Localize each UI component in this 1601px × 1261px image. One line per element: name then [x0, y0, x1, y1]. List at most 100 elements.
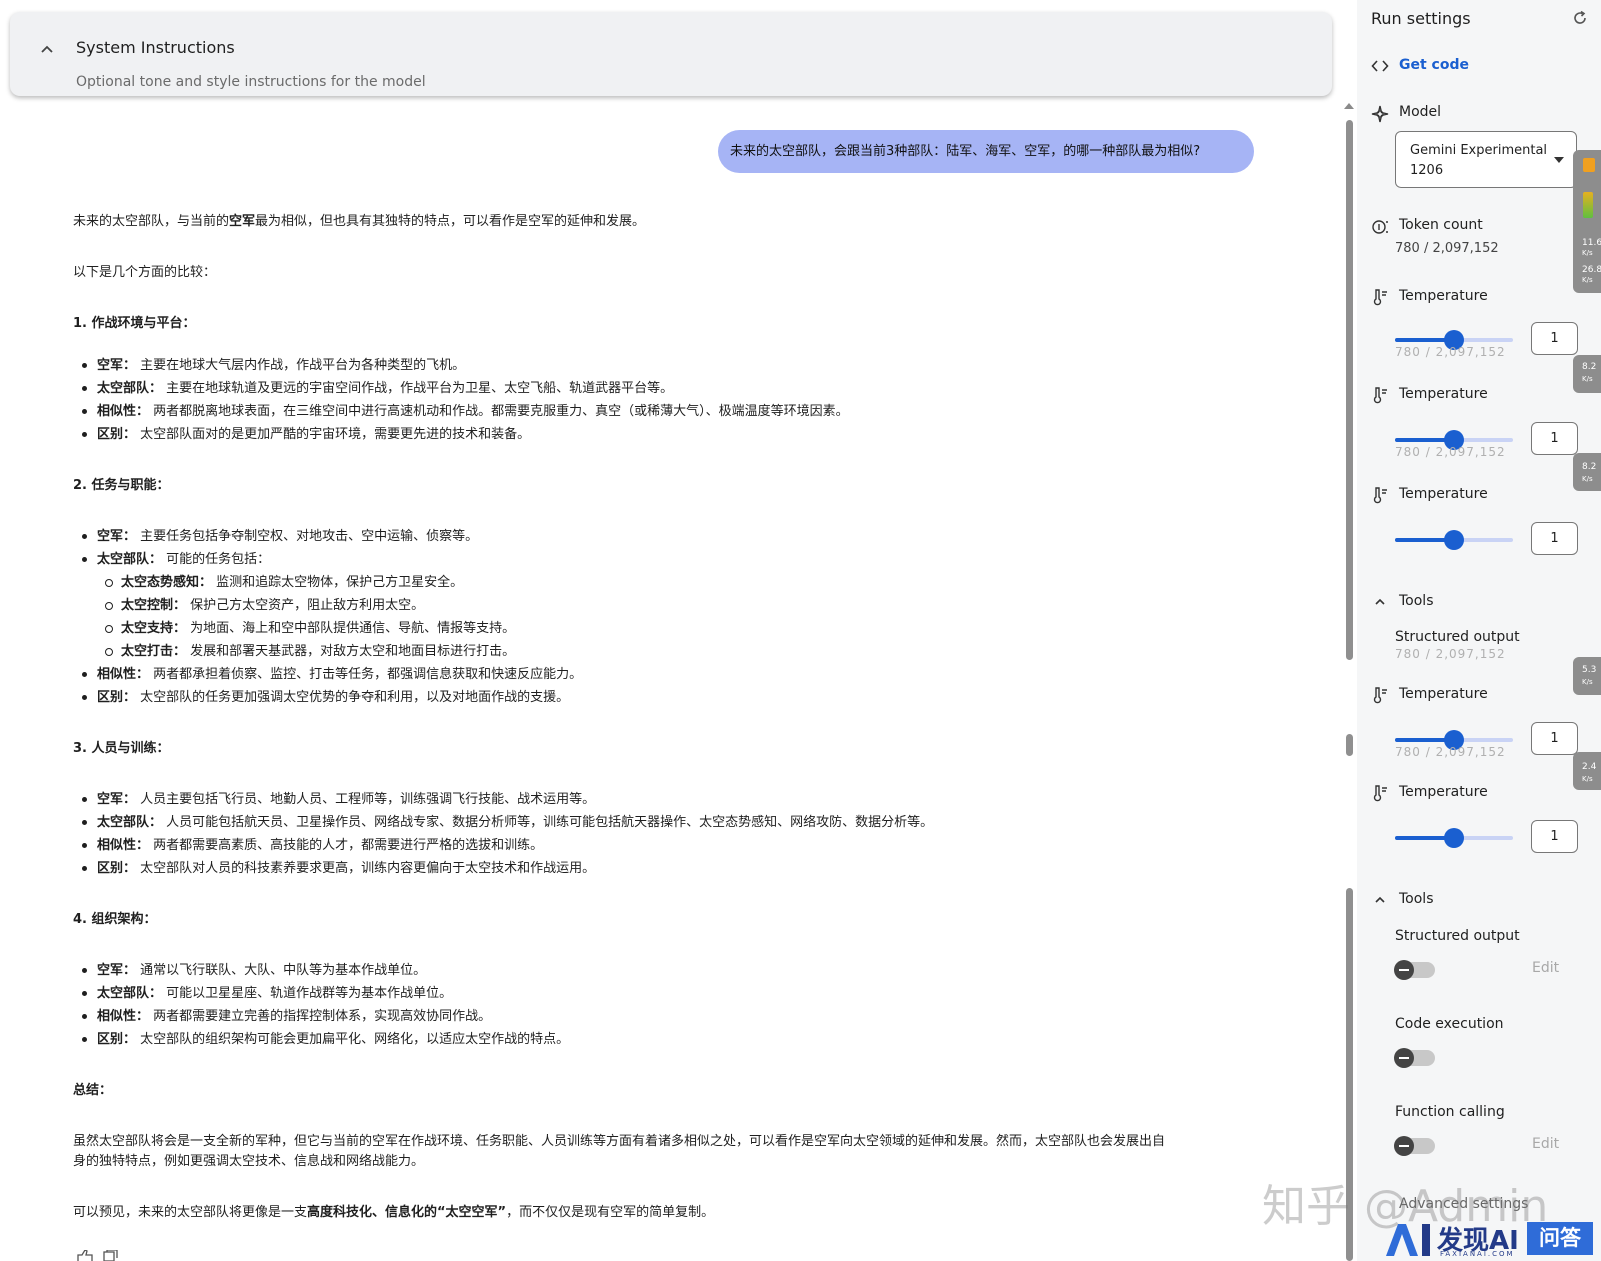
thumb-up-icon[interactable] [77, 1250, 93, 1261]
temperature-input[interactable]: 1 [1531, 722, 1578, 755]
scrollbar-thumb[interactable] [1346, 120, 1353, 660]
list-item: 太空部队： 人员可能包括航天员、卫星操作员、网络战专家、数据分析师等，训练可能包… [73, 811, 1253, 834]
thermometer-icon [1373, 387, 1387, 404]
model-value-line1: Gemini Experimental [1410, 143, 1548, 158]
scroll-up-arrow[interactable] [1344, 103, 1354, 109]
structured-output-toggle[interactable] [1394, 960, 1435, 980]
sub-list-item: 太空态势感知： 监测和追踪太空物体，保护己方卫星安全。 [73, 571, 1253, 594]
structured-output-label: Structured output [1395, 629, 1520, 645]
ghost-text: 780 / 2,097,152 [1395, 345, 1506, 359]
copy-icon[interactable] [103, 1250, 118, 1261]
temperature-input[interactable]: 1 [1531, 820, 1578, 853]
temperature-label: Temperature [1399, 386, 1488, 402]
list-item: 区别： 太空部队的组织架构可能会更加扁平化、网络化，以适应太空作战的特点。 [73, 1028, 1253, 1051]
speed-value: 2.4 [1582, 762, 1597, 772]
list-item: 空军： 人员主要包括飞行员、地勤人员、工程师等，训练强调飞行技能、战术运用等。 [73, 788, 1253, 811]
token-count-value: 780 / 2,097,152 [1395, 241, 1499, 256]
list-item: 相似性： 两者都需要高素质、高技能的人才，都需要进行严格的选拔和训练。 [73, 834, 1253, 857]
tools-label[interactable]: Tools [1399, 891, 1434, 907]
section-heading: 1. 作战环境与平台： [73, 316, 196, 331]
temperature-slider-thumb[interactable] [1444, 530, 1464, 550]
temperature-input[interactable]: 1 [1531, 322, 1578, 355]
structured-output-edit-button[interactable]: Edit [1532, 960, 1559, 976]
code-execution-toggle[interactable] [1394, 1048, 1435, 1068]
list-item: 相似性： 两者都需要建立完善的指挥控制体系，实现高效协同作战。 [73, 1005, 1253, 1028]
wenda-badge: 问答 [1527, 1222, 1593, 1255]
section-list: 空军： 通常以飞行联队、大队、中队等为基本作战单位。 太空部队： 可能以卫星星座… [73, 959, 1253, 1051]
thermometer-icon [1373, 785, 1387, 802]
function-calling-edit-button[interactable]: Edit [1532, 1136, 1559, 1152]
speed-unit: K/s [1582, 775, 1593, 783]
list-item: 区别： 太空部队对人员的科技素养要求更高，训练内容更偏向于太空技术和作战运用。 [73, 857, 1253, 880]
get-code-link[interactable]: Get code [1399, 57, 1469, 73]
section-list: 空军： 主要任务包括争夺制空权、对地攻击、空中运输、侦察等。 太空部队： 可能的… [73, 525, 1253, 571]
temperature-label: Temperature [1399, 686, 1488, 702]
list-item: 相似性： 两者都脱离地球表面，在三维空间中进行高速机动和作战。都需要克服重力、真… [73, 400, 1253, 423]
speed-unit: K/s [1582, 249, 1593, 257]
reset-icon[interactable] [1571, 9, 1589, 27]
temperature-input[interactable]: 1 [1531, 422, 1578, 455]
function-calling-toggle[interactable] [1394, 1136, 1435, 1156]
list-item: 太空部队： 可能以卫星星座、轨道作战群等为基本作战单位。 [73, 982, 1253, 1005]
run-settings-title: Run settings [1371, 9, 1471, 28]
scrollbar-marker[interactable] [1346, 734, 1353, 756]
summary-text: 虽然太空部队将会是一支全新的军种，但它与当前的空军在作战环境、任务职能、人员训练… [73, 1134, 1166, 1169]
speed-gauge-icon [1583, 192, 1593, 218]
temperature-input[interactable]: 1 [1531, 522, 1578, 555]
temperature-slider[interactable] [1395, 828, 1513, 848]
list-item: 空军： 主要任务包括争夺制空权、对地攻击、空中运输、侦察等。 [73, 525, 1253, 548]
code-icon[interactable] [1371, 57, 1389, 75]
system-instructions-card[interactable]: System Instructions Optional tone and st… [10, 12, 1332, 96]
compare-intro: 以下是几个方面的比较： [73, 265, 217, 280]
token-count-label: Token count [1399, 217, 1483, 233]
ghost-text: 780 / 2,097,152 [1395, 745, 1506, 759]
faxian-url: FAXIANAI.COM [1440, 1250, 1515, 1258]
user-message: 未来的太空部队，会跟当前3种部队：陆军、海军、空军，的哪一种部队最为相似? [718, 130, 1254, 173]
token-count-icon [1372, 220, 1388, 234]
model-label: Model [1399, 104, 1442, 120]
system-instructions-input[interactable]: Optional tone and style instructions for… [76, 74, 426, 90]
sub-list-item: 太空支持： 为地面、海上和空中部队提供通信、导航、情报等支持。 [73, 617, 1253, 640]
model-value-line2: 1206 [1410, 163, 1444, 178]
model-select[interactable]: Gemini Experimental 1206 [1395, 131, 1577, 188]
temperature-label: Temperature [1399, 486, 1488, 502]
temperature-slider[interactable] [1395, 530, 1513, 550]
shield-icon [1583, 158, 1595, 172]
tools-label[interactable]: Tools [1399, 593, 1434, 609]
ghost-text: 780 / 2,097,152 [1395, 445, 1506, 459]
speed-unit: K/s [1582, 276, 1593, 284]
speed-value: 8.2 [1582, 462, 1597, 472]
speed-unit: K/s [1582, 678, 1593, 686]
speed-unit: K/s [1582, 475, 1593, 483]
speed-value: 5.3 [1582, 665, 1597, 675]
chat-area: System Instructions Optional tone and st… [0, 0, 1354, 1261]
list-item: 太空部队： 主要在地球轨道及更远的宇宙空间作战，作战平台为卫星、太空飞船、轨道武… [73, 377, 1253, 400]
final-text: 可以预见，未来的太空部队将更像是一支高度科技化、信息化的“太空空军”，而不仅仅是… [73, 1205, 715, 1220]
run-settings-panel: Run settings Get code Model Gemini Exper… [1357, 0, 1601, 1261]
list-item: 空军： 通常以飞行联队、大队、中队等为基本作战单位。 [73, 959, 1253, 982]
temperature-slider[interactable] [1395, 730, 1513, 750]
section-heading: 4. 组织架构： [73, 912, 157, 927]
ghost-text: 780 / 2,097,152 [1395, 647, 1506, 661]
temperature-label: Temperature [1399, 784, 1488, 800]
summary-heading: 总结： [73, 1083, 113, 1098]
temperature-slider-thumb[interactable] [1444, 828, 1464, 848]
sub-list-item: 太空打击： 发展和部署天基武器，对敌方太空和地面目标进行打击。 [73, 640, 1253, 663]
chevron-up-icon[interactable] [1371, 593, 1389, 611]
thermometer-icon [1373, 289, 1387, 306]
chevron-up-icon[interactable] [36, 38, 58, 60]
chevron-up-icon[interactable] [1371, 891, 1389, 909]
model-response: 未来的太空部队，与当前的空军最为相似，但也具有其独特的特点，可以看作是空军的延伸… [73, 212, 1253, 1223]
list-item: 空军： 主要在地球大气层内作战，作战平台为各种类型的飞机。 [73, 354, 1253, 377]
temperature-slider[interactable] [1395, 330, 1513, 350]
sub-list-item: 太空控制： 保护己方太空资产，阻止敌方利用太空。 [73, 594, 1253, 617]
thermometer-icon [1373, 487, 1387, 504]
temperature-slider[interactable] [1395, 430, 1513, 450]
section-heading: 2. 任务与职能： [73, 478, 170, 493]
system-instructions-title: System Instructions [76, 38, 235, 57]
section-list: 相似性： 两者都承担着侦察、监控、打击等任务，都强调信息获取和快速反应能力。 区… [73, 663, 1253, 709]
section-list: 空军： 人员主要包括飞行员、地勤人员、工程师等，训练强调飞行技能、战术运用等。 … [73, 788, 1253, 880]
section-heading: 3. 人员与训练： [73, 741, 170, 756]
list-item: 区别： 太空部队面对的是更加严酷的宇宙环境，需要更先进的技术和装备。 [73, 423, 1253, 446]
sub-list: 太空态势感知： 监测和追踪太空物体，保护己方卫星安全。 太空控制： 保护己方太空… [73, 571, 1253, 663]
